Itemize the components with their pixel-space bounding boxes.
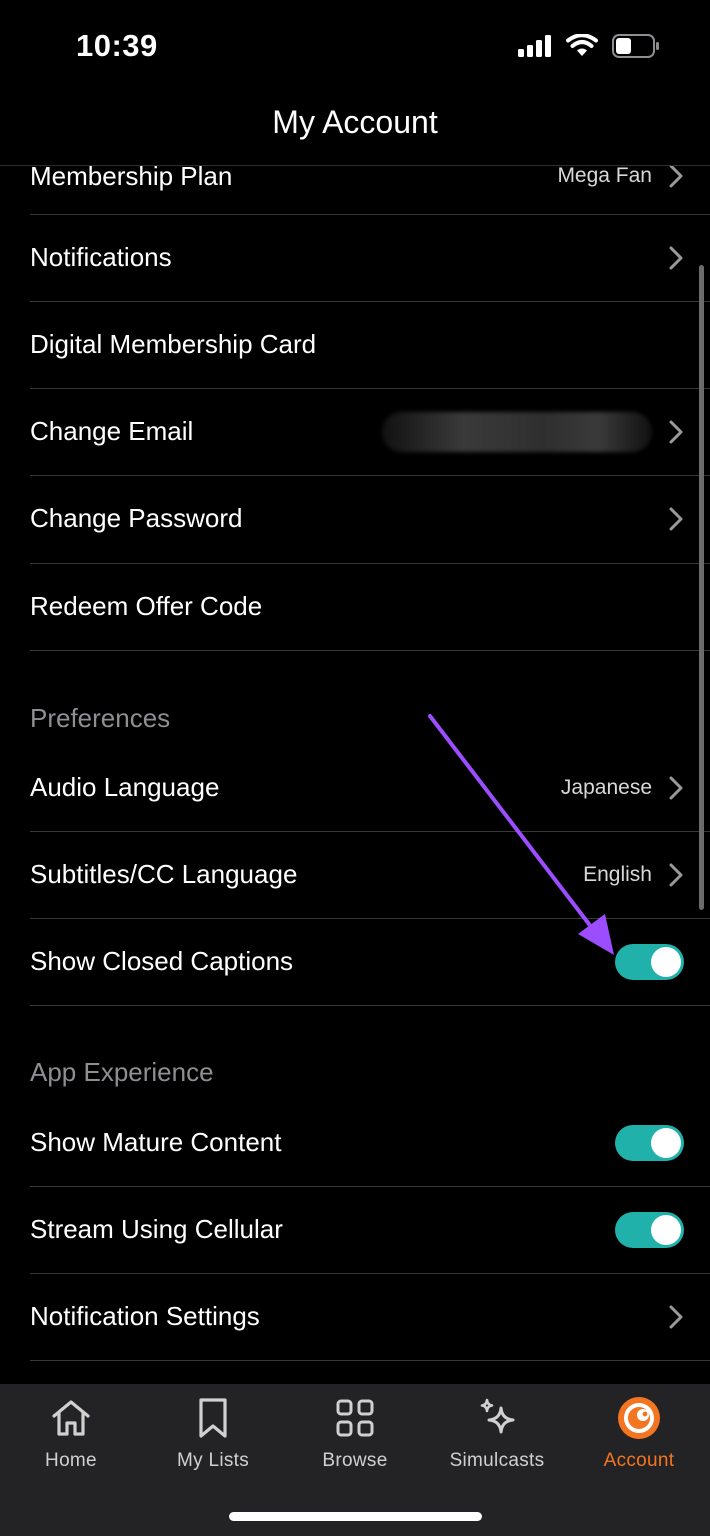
toggle-knob	[651, 1214, 681, 1245]
section-header-preferences: Preferences	[30, 703, 171, 733]
crunchyroll-account-icon	[618, 1397, 660, 1439]
row-divider	[30, 650, 710, 651]
row-membership-plan[interactable]: Membership Plan Mega Fan	[30, 166, 710, 200]
row-subtitles-language[interactable]: Subtitles/CC Language English	[30, 831, 710, 918]
show-closed-captions-label: Show Closed Captions	[30, 946, 294, 976]
bookmark-icon	[199, 1398, 227, 1438]
notification-settings-label: Notification Settings	[30, 1301, 260, 1331]
tab-browse[interactable]: Browse	[284, 1396, 426, 1476]
chevron-right-icon	[669, 246, 683, 269]
row-show-mature-content: Show Mature Content	[30, 1099, 710, 1186]
scroll-indicator[interactable]	[699, 265, 704, 910]
notifications-label: Notifications	[30, 242, 172, 272]
tab-browse-label: Browse	[322, 1450, 388, 1471]
row-stream-using-cellular: Stream Using Cellular	[30, 1186, 710, 1273]
wifi-icon	[566, 34, 598, 56]
status-icons	[518, 34, 660, 58]
toggle-knob	[651, 946, 681, 977]
tab-my-lists-label: My Lists	[176, 1450, 250, 1471]
stream-using-cellular-label: Stream Using Cellular	[30, 1214, 283, 1244]
row-notification-settings[interactable]: Notification Settings	[30, 1273, 710, 1360]
toggle-knob	[651, 1127, 681, 1158]
status-time: 10:39	[76, 28, 158, 63]
change-password-label: Change Password	[30, 503, 243, 533]
tab-simulcasts-label: Simulcasts	[449, 1450, 545, 1471]
row-change-email[interactable]: Change Email	[30, 388, 710, 475]
membership-plan-label: Membership Plan	[30, 166, 233, 191]
chevron-right-icon	[669, 1305, 683, 1328]
change-email-label: Change Email	[30, 416, 194, 446]
home-icon	[52, 1400, 90, 1436]
status-bar: 10:39	[0, 0, 710, 95]
subtitles-language-label: Subtitles/CC Language	[30, 859, 298, 889]
tab-account[interactable]: Account	[568, 1396, 710, 1476]
audio-language-label: Audio Language	[30, 772, 220, 802]
page-title: My Account	[272, 104, 438, 140]
chevron-right-icon	[669, 166, 683, 188]
grid-icon	[336, 1399, 374, 1437]
battery-icon	[612, 34, 659, 58]
chevron-right-icon	[669, 507, 683, 530]
tab-my-lists[interactable]: My Lists	[142, 1396, 284, 1476]
mature-content-toggle[interactable]	[615, 1124, 684, 1161]
show-mature-content-label: Show Mature Content	[30, 1127, 282, 1157]
home-indicator[interactable]	[229, 1512, 482, 1521]
cellular-signal-icon	[518, 35, 551, 57]
stream-cellular-toggle[interactable]	[615, 1211, 684, 1248]
settings-list[interactable]: Membership Plan Mega Fan Notifications D…	[0, 166, 710, 1384]
row-audio-language[interactable]: Audio Language Japanese	[30, 744, 710, 831]
chevron-right-icon	[669, 420, 683, 443]
redacted-email-value	[382, 411, 652, 452]
membership-plan-value: Mega Fan	[557, 166, 652, 187]
row-change-password[interactable]: Change Password	[30, 475, 710, 562]
chevron-right-icon	[669, 776, 683, 799]
row-divider	[30, 1360, 710, 1361]
section-header-app-experience: App Experience	[30, 1057, 214, 1087]
audio-language-value: Japanese	[560, 775, 652, 799]
subtitles-language-value: English	[583, 862, 652, 886]
tab-simulcasts[interactable]: Simulcasts	[426, 1396, 568, 1476]
row-notifications[interactable]: Notifications	[30, 214, 710, 301]
closed-captions-toggle[interactable]	[615, 943, 684, 980]
sparkles-icon	[480, 1398, 515, 1434]
row-show-closed-captions: Show Closed Captions	[30, 918, 710, 1005]
chevron-right-icon	[669, 863, 683, 886]
tab-home-label: Home	[45, 1450, 97, 1471]
digital-membership-card-label: Digital Membership Card	[30, 329, 317, 359]
redeem-offer-code-label: Redeem Offer Code	[30, 591, 263, 621]
tab-home[interactable]: Home	[0, 1396, 142, 1476]
row-redeem-offer-code[interactable]: Redeem Offer Code	[30, 563, 710, 650]
tab-account-label: Account	[603, 1450, 675, 1471]
row-digital-membership-card[interactable]: Digital Membership Card	[30, 301, 710, 388]
row-divider	[30, 1005, 710, 1006]
